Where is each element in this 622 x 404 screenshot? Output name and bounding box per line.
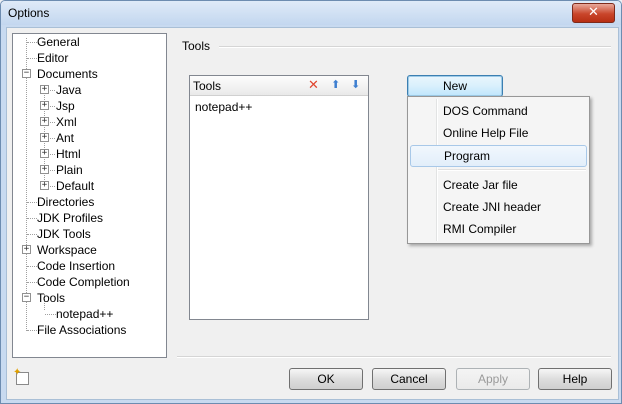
expand-icon[interactable]: + — [40, 165, 49, 174]
options-dialog: Options ✕ General Editor − Documents + J… — [0, 0, 622, 404]
tree-item-jdk-profiles[interactable]: JDK Profiles — [13, 210, 163, 226]
expand-icon[interactable]: + — [40, 101, 49, 110]
menu-item-create-jar-file[interactable]: Create Jar file — [409, 174, 586, 196]
menu-item-label: Program — [444, 149, 491, 163]
tree-item-plain[interactable]: + Plain — [13, 162, 163, 178]
tree-item-documents[interactable]: − Documents — [13, 66, 163, 82]
tree-item-jdk-tools[interactable]: JDK Tools — [13, 226, 163, 242]
tree-item-label: Workspace — [37, 243, 97, 257]
tree-item-java[interactable]: + Java — [13, 82, 163, 98]
tree-item-file-associations[interactable]: File Associations — [13, 322, 163, 338]
close-icon: ✕ — [588, 5, 599, 20]
expand-icon[interactable]: + — [40, 85, 49, 94]
menu-item-rmi-compiler[interactable]: RMI Compiler — [409, 218, 586, 240]
tree-item-label: Editor — [37, 51, 69, 65]
tree-item-label: Directories — [37, 195, 95, 209]
sparkle-icon: ✦ — [13, 367, 22, 378]
menu-item-online-help-file[interactable]: Online Help File — [409, 122, 586, 144]
menu-item-dos-command[interactable]: DOS Command — [409, 100, 586, 122]
expand-icon[interactable]: + — [40, 149, 49, 158]
tree-item-label: File Associations — [37, 323, 127, 337]
collapse-icon[interactable]: − — [22, 69, 31, 78]
close-button[interactable]: ✕ — [572, 3, 615, 23]
tree-item-label: JDK Tools — [37, 227, 91, 241]
title-bar[interactable]: Options ✕ — [1, 1, 621, 25]
section-divider — [219, 46, 611, 48]
tree-item-label: notepad++ — [56, 307, 114, 321]
tree-item-general[interactable]: General — [13, 34, 163, 50]
tree-item-label: Tools — [37, 291, 66, 305]
tree-item-label: Html — [56, 147, 81, 161]
tools-list-panel[interactable]: Tools ✕ ⬆ ⬇ notepad++ — [189, 75, 369, 320]
tree-item-label: Java — [56, 83, 82, 97]
tree-item-default[interactable]: + Default — [13, 178, 163, 194]
menu-item-label: Create Jar file — [443, 178, 518, 192]
tree-item-code-completion[interactable]: Code Completion — [13, 274, 163, 290]
tree-item-label: Code Insertion — [37, 259, 116, 273]
menu-separator — [438, 169, 586, 171]
tree-item-label: Plain — [56, 163, 83, 177]
tree-item-label: Xml — [56, 115, 77, 129]
tree-item-label: General — [37, 35, 80, 49]
tree-item-label: Default — [56, 179, 95, 193]
tree-item-notepad[interactable]: notepad++ — [13, 306, 163, 322]
bottom-divider — [177, 356, 611, 358]
list-item[interactable]: notepad++ — [195, 100, 252, 114]
tools-list-header: Tools ✕ ⬆ ⬇ — [190, 76, 368, 96]
tree-item-html[interactable]: + Html — [13, 146, 163, 162]
tree-item-directories[interactable]: Directories — [13, 194, 163, 210]
tree-item-jsp[interactable]: + Jsp — [13, 98, 163, 114]
cancel-button[interactable]: Cancel — [372, 368, 446, 390]
tree-item-label: Ant — [56, 131, 75, 145]
menu-item-label: Create JNI header — [443, 200, 542, 214]
collapse-icon[interactable]: − — [22, 293, 31, 302]
tree-item-label: Code Completion — [37, 275, 130, 289]
window-title: Options — [8, 6, 50, 20]
options-tree[interactable]: General Editor − Documents + Java + Jsp — [12, 33, 167, 358]
expand-icon[interactable]: + — [22, 245, 31, 254]
menu-item-program[interactable]: Program — [410, 145, 587, 167]
tree-item-editor[interactable]: Editor — [13, 50, 163, 66]
menu-item-label: Online Help File — [443, 126, 529, 140]
tree-item-tools[interactable]: − Tools — [13, 290, 163, 306]
dialog-body: General Editor − Documents + Java + Jsp — [6, 27, 619, 400]
expand-icon[interactable]: + — [40, 117, 49, 126]
tree-item-label: Documents — [37, 67, 98, 81]
apply-button[interactable]: Apply — [456, 368, 530, 390]
expand-icon[interactable]: + — [40, 133, 49, 142]
move-up-icon[interactable]: ⬆ — [331, 78, 340, 92]
tree-item-workspace[interactable]: + Workspace — [13, 242, 163, 258]
tree-item-label: Jsp — [56, 99, 75, 113]
new-item-icon[interactable]: ✦ — [13, 368, 29, 385]
section-title: Tools — [182, 39, 211, 53]
new-button[interactable]: New — [407, 75, 503, 97]
menu-item-label: RMI Compiler — [443, 222, 517, 236]
menu-item-create-jni-header[interactable]: Create JNI header — [409, 196, 586, 218]
expand-icon[interactable]: + — [40, 181, 49, 190]
tree-item-ant[interactable]: + Ant — [13, 130, 163, 146]
menu-item-label: DOS Command — [443, 104, 528, 118]
help-button[interactable]: Help — [538, 368, 612, 390]
new-dropdown-menu: DOS Command Online Help File Program Cre… — [407, 96, 590, 244]
tree-item-code-insertion[interactable]: Code Insertion — [13, 258, 163, 274]
tools-list-title: Tools — [193, 79, 222, 93]
move-down-icon[interactable]: ⬇ — [351, 78, 360, 92]
tree-item-label: JDK Profiles — [37, 211, 104, 225]
tree-item-xml[interactable]: + Xml — [13, 114, 163, 130]
ok-button[interactable]: OK — [289, 368, 363, 390]
delete-icon[interactable]: ✕ — [308, 78, 319, 92]
